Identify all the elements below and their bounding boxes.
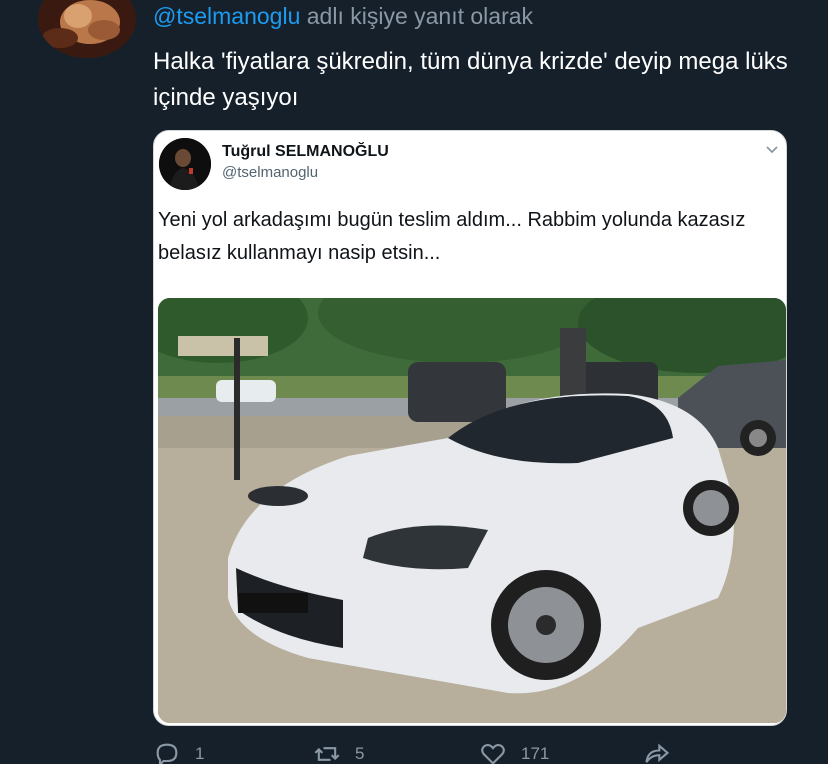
- reply-icon: [156, 743, 178, 764]
- retweet-icon: [314, 747, 340, 761]
- quoted-tweet-card[interactable]: Tuğrul SELMANOĞLU @tselmanoglu Yeni yol …: [153, 130, 787, 726]
- reply-context: @tselmanoglu adlı kişiye yanıt olarak: [153, 3, 533, 30]
- tweet-text: Halka 'fiyatlara şükredin, tüm dünya kri…: [153, 48, 788, 111]
- tweet-reply-view: @tselmanoglu adlı kişiye yanıt olarak Ha…: [0, 0, 828, 764]
- share-button[interactable]: [643, 742, 685, 764]
- retweet-button[interactable]: 5: [313, 742, 364, 764]
- share-icon: [645, 743, 670, 763]
- quoted-user-avatar[interactable]: [159, 138, 211, 190]
- like-count: 171: [521, 744, 550, 763]
- reply-count: 1: [195, 744, 205, 763]
- reply-button[interactable]: 1: [153, 742, 204, 764]
- replying-to-handle[interactable]: @tselmanoglu: [153, 3, 300, 29]
- quoted-user-handle[interactable]: @tselmanoglu: [222, 164, 318, 181]
- quoted-user-name[interactable]: Tuğrul SELMANOĞLU: [222, 143, 389, 161]
- like-icon: [481, 744, 505, 764]
- like-button[interactable]: 171: [479, 742, 549, 764]
- tweet-actions: 1 5 171: [153, 742, 713, 764]
- retweet-count: 5: [355, 744, 365, 763]
- reply-context-label: adlı kişiye yanıt olarak: [306, 3, 534, 29]
- chevron-down-icon[interactable]: [764, 141, 780, 157]
- quoted-tweet-photo[interactable]: [158, 298, 786, 723]
- quoted-tweet-text: Yeni yol arkadaşımı bugün teslim aldım..…: [158, 209, 746, 264]
- user-avatar[interactable]: [38, 0, 136, 58]
